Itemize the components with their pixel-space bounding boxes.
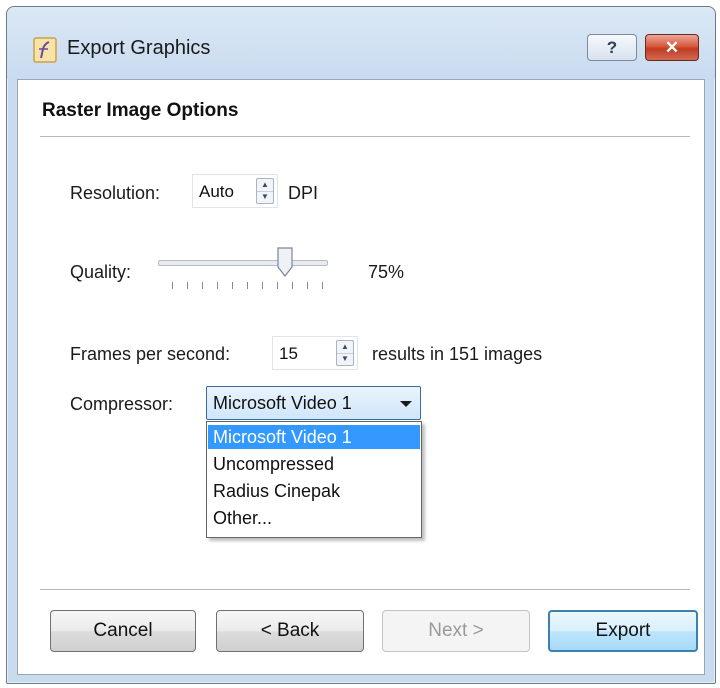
slider-tick: [247, 282, 248, 289]
slider-tick: [172, 282, 173, 289]
slider-tick: [262, 282, 263, 289]
slider-tick: [292, 282, 293, 289]
compressor-option[interactable]: Microsoft Video 1: [208, 425, 420, 449]
quality-label: Quality:: [70, 262, 132, 282]
quality-slider-thumb[interactable]: [277, 247, 293, 277]
next-button[interactable]: Next >: [382, 610, 530, 652]
slider-tick: [322, 282, 323, 289]
title-bar[interactable]: Export Graphics ? ✕: [7, 7, 715, 79]
compressor-selected: Microsoft Video 1: [213, 393, 352, 413]
help-button[interactable]: ?: [587, 34, 637, 61]
slider-tick: [277, 282, 278, 289]
bottom-separator: [40, 589, 690, 590]
resolution-unit: DPI: [288, 183, 319, 203]
dialog-content: Raster Image Options Resolution: Auto ▲ …: [17, 79, 705, 675]
resolution-label: Resolution:: [70, 183, 161, 203]
compressor-option[interactable]: Radius Cinepak: [208, 479, 420, 503]
slider-tick: [217, 282, 218, 289]
frames-result: results in 151 images: [372, 344, 543, 364]
slider-tick: [202, 282, 203, 289]
frames-label: Frames per second:: [70, 344, 231, 364]
spin-down-icon[interactable]: ▼: [337, 353, 353, 365]
section-title: Raster Image Options: [42, 100, 239, 121]
quality-slider-ticks: [172, 282, 323, 292]
slider-tick: [232, 282, 233, 289]
spin-down-icon[interactable]: ▼: [257, 191, 273, 203]
top-separator: [40, 136, 690, 137]
frames-value[interactable]: 15: [279, 344, 298, 364]
resolution-spinbox[interactable]: Auto ▲ ▼: [192, 174, 278, 208]
compressor-option[interactable]: Other...: [208, 506, 420, 530]
back-button[interactable]: < Back: [216, 610, 364, 652]
quality-slider-track[interactable]: [158, 260, 328, 266]
close-button[interactable]: ✕: [645, 34, 699, 61]
resolution-value[interactable]: Auto: [199, 182, 234, 202]
slider-tick: [307, 282, 308, 289]
chevron-down-icon[interactable]: [400, 401, 412, 407]
frames-spin-arrows[interactable]: ▲ ▼: [336, 340, 354, 366]
compressor-label: Compressor:: [70, 394, 174, 414]
export-button[interactable]: Export: [548, 610, 698, 652]
slider-tick: [187, 282, 188, 289]
compressor-dropdown: Microsoft Video 1 Uncompressed Radius Ci…: [206, 421, 422, 538]
window-title: Export Graphics: [67, 37, 211, 59]
compressor-select[interactable]: Microsoft Video 1: [206, 386, 421, 420]
export-graphics-dialog: Export Graphics ? ✕ Raster Image Options…: [6, 6, 716, 684]
resolution-spin-arrows[interactable]: ▲ ▼: [256, 178, 274, 204]
app-logo-icon: [33, 37, 57, 63]
compressor-option[interactable]: Uncompressed: [208, 452, 420, 476]
frames-spinbox[interactable]: 15 ▲ ▼: [272, 336, 358, 370]
quality-value: 75%: [368, 262, 405, 282]
cancel-button[interactable]: Cancel: [50, 610, 196, 652]
